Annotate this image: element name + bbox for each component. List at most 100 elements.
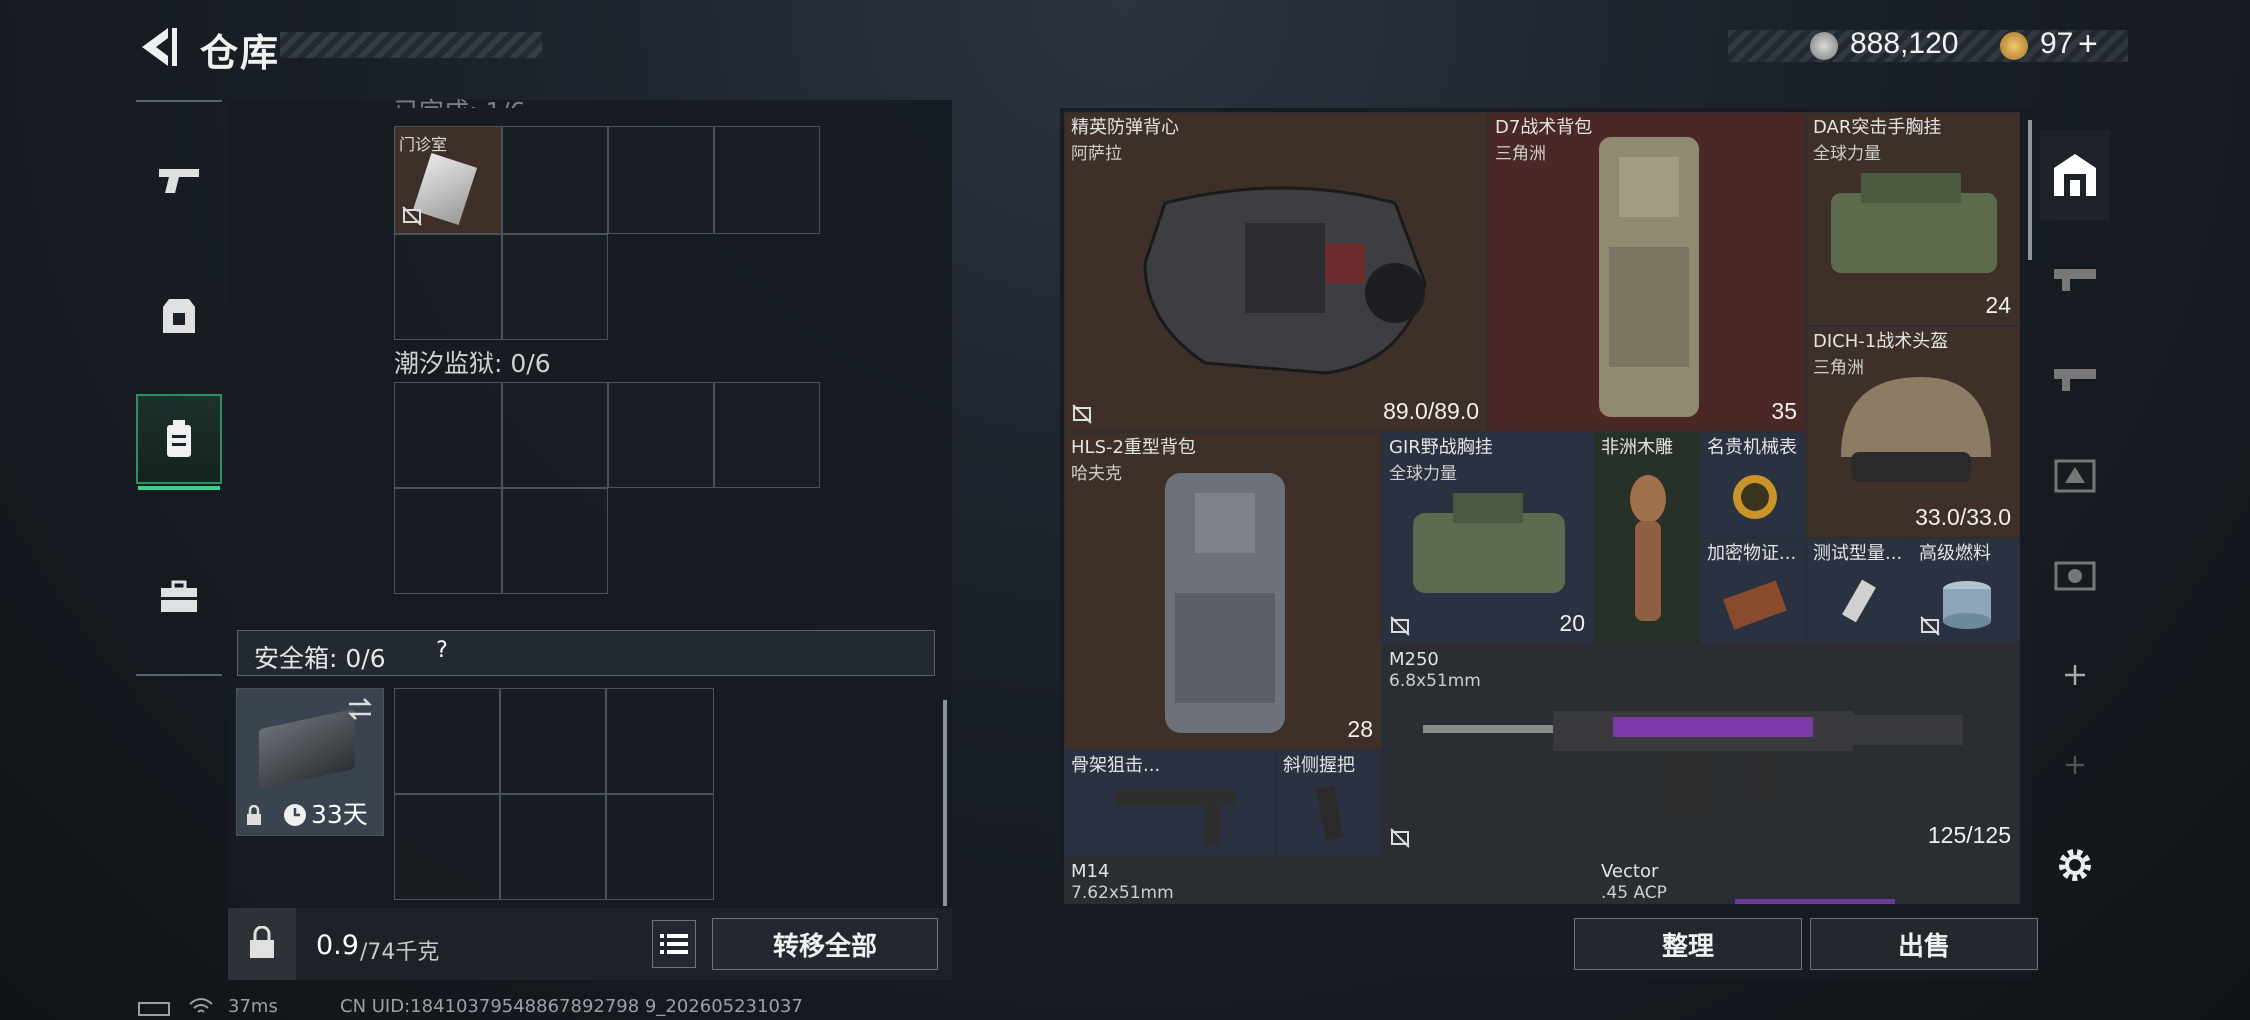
container-slot[interactable] [608, 126, 714, 234]
container-slot[interactable] [502, 126, 608, 234]
sell-button[interactable]: 出售 [1810, 918, 2038, 970]
add-tab-button[interactable] [2040, 630, 2110, 720]
safebox-image [259, 708, 355, 790]
gear-icon [2059, 849, 2091, 881]
left-scrollbar[interactable] [943, 700, 947, 906]
plus-icon [2065, 665, 2085, 685]
item-name: 精英防弹背心 [1071, 117, 1179, 138]
item-caliber: .45 ACP [1601, 883, 1667, 903]
machine-gun-image [1423, 711, 1963, 821]
item-capacity: 24 [1985, 292, 2011, 318]
item-hls-backpack[interactable]: HLS-2重型背包 哈夫克 28 [1064, 432, 1382, 750]
container-slot[interactable] [502, 382, 608, 488]
item-name: 名贵机械表 [1707, 437, 1797, 458]
item-m250[interactable]: M250 6.8x51mm 125/125 [1382, 644, 2020, 856]
container-slot[interactable] [394, 382, 502, 488]
tab-warehouse[interactable] [2040, 130, 2110, 220]
help-icon[interactable]: ? [428, 637, 456, 665]
safebox-slot[interactable] [500, 688, 606, 794]
grip-image [1316, 785, 1344, 841]
safebox-slot[interactable] [606, 688, 714, 794]
item-caliber: 7.62x51mm [1071, 883, 1174, 903]
nav-items[interactable] [136, 552, 222, 642]
container-slot[interactable] [714, 382, 820, 488]
list-view-button[interactable] [652, 920, 696, 968]
safebox-slot[interactable] [394, 688, 500, 794]
item-m14[interactable]: M14 7.62x51mm [1064, 856, 1594, 904]
tab-gear[interactable] [2040, 530, 2110, 620]
nav-weapons[interactable] [136, 136, 222, 226]
coin-icon [1810, 32, 1838, 60]
add-currency-button[interactable]: + [2078, 25, 2098, 64]
safebox-slot[interactable] [500, 794, 606, 900]
item-vector[interactable]: Vector .45 ACP [1594, 856, 2020, 904]
item-name: DICH-1战术头盔 [1813, 331, 1949, 352]
safebox-item[interactable]: 33天 [236, 688, 384, 836]
right-scrollbar[interactable] [2028, 120, 2032, 260]
usb-image [1842, 579, 1876, 623]
safebox-timer: 33天 [311, 800, 368, 829]
tab-weapon-1[interactable] [2040, 230, 2110, 320]
tab-armor[interactable] [2040, 430, 2110, 520]
item-origin: 全球力量 [1389, 464, 1457, 484]
chest-rig-image [1413, 493, 1565, 593]
weapon-slot-icon [2054, 369, 2096, 391]
nav-backpack[interactable] [136, 394, 222, 490]
tab-weapon-2[interactable] [2040, 330, 2110, 420]
safebox-slot[interactable] [606, 794, 714, 900]
item-name: 骨架狙击... [1071, 755, 1161, 776]
item-name: Vector [1601, 861, 1659, 882]
item-origin: 全球力量 [1813, 144, 1881, 164]
item-skeleton-stock[interactable]: 骨架狙击... [1064, 750, 1276, 856]
no-insurance-icon [1390, 616, 1410, 636]
item-elite-vest[interactable]: 精英防弹背心 阿萨拉 89.0/89.0 [1064, 112, 1488, 432]
list-icon [660, 934, 688, 954]
armor-slot-icon [2054, 459, 2096, 493]
swap-icon[interactable] [345, 697, 375, 721]
item-advanced-fuel[interactable]: 高级燃料 [1912, 538, 2020, 644]
container-slot[interactable] [502, 234, 608, 340]
item-luxury-watch[interactable]: 名贵机械表 [1700, 432, 1806, 538]
item-angled-grip[interactable]: 斜侧握把 [1276, 750, 1382, 856]
no-insurance-icon [1390, 828, 1410, 848]
weight-unit: /74千克 [360, 940, 440, 965]
organize-button[interactable]: 整理 [1574, 918, 1802, 970]
page-title: 仓库 [200, 31, 281, 75]
item-d7-backpack[interactable]: D7战术背包 三角洲 35 [1488, 112, 1806, 432]
container-slot[interactable] [394, 488, 502, 594]
item-name: DAR突击手胸挂 [1813, 117, 1942, 138]
right-category-tabs [2040, 130, 2110, 910]
statue-image [1630, 475, 1666, 621]
ping-text: 37ms [228, 996, 278, 1017]
item-dich-helmet[interactable]: DICH-1战术头盔 三角洲 33.0/33.0 [1806, 326, 2020, 538]
item-african-statue[interactable]: 非洲木雕 [1594, 432, 1700, 644]
weight-lock[interactable] [228, 908, 296, 980]
container-slot[interactable] [714, 126, 820, 234]
weapon-slot-icon [2054, 269, 2096, 291]
item-dar-rig[interactable]: DAR突击手胸挂 全球力量 24 [1806, 112, 2020, 326]
battery-icon [138, 1002, 170, 1016]
no-insurance-icon [1072, 404, 1092, 424]
nav-armor[interactable] [136, 272, 222, 362]
item-clinic-card[interactable]: 门诊室 [394, 126, 502, 234]
transfer-all-button[interactable]: 转移全部 [712, 918, 938, 970]
left-nav [136, 100, 222, 676]
safebox-slot[interactable] [394, 794, 500, 900]
settings-button[interactable] [2040, 820, 2110, 910]
container-slot[interactable] [394, 234, 502, 340]
back-arrow-icon[interactable] [132, 22, 182, 72]
item-test-usb[interactable]: 测试型量... [1806, 538, 1912, 644]
watch-image [1733, 475, 1777, 519]
item-name: M14 [1071, 861, 1110, 882]
container-slot[interactable] [608, 382, 714, 488]
evidence-image [1723, 580, 1787, 630]
item-name: 测试型量... [1813, 543, 1903, 564]
container-slot[interactable] [502, 488, 608, 594]
pistol-icon [159, 169, 199, 193]
inventory-grid: 精英防弹背心 阿萨拉 89.0/89.0 D7战术背包 三角洲 35 DAR突击… [1064, 112, 2020, 904]
item-name: 斜侧握把 [1283, 755, 1355, 776]
safebox-label: 安全箱: 0/6 [254, 644, 386, 673]
item-gir-rig[interactable]: GIR野战胸挂 全球力量 20 [1382, 432, 1594, 644]
item-encrypted-evidence[interactable]: 加密物证... [1700, 538, 1806, 644]
bag-icon [167, 420, 191, 457]
